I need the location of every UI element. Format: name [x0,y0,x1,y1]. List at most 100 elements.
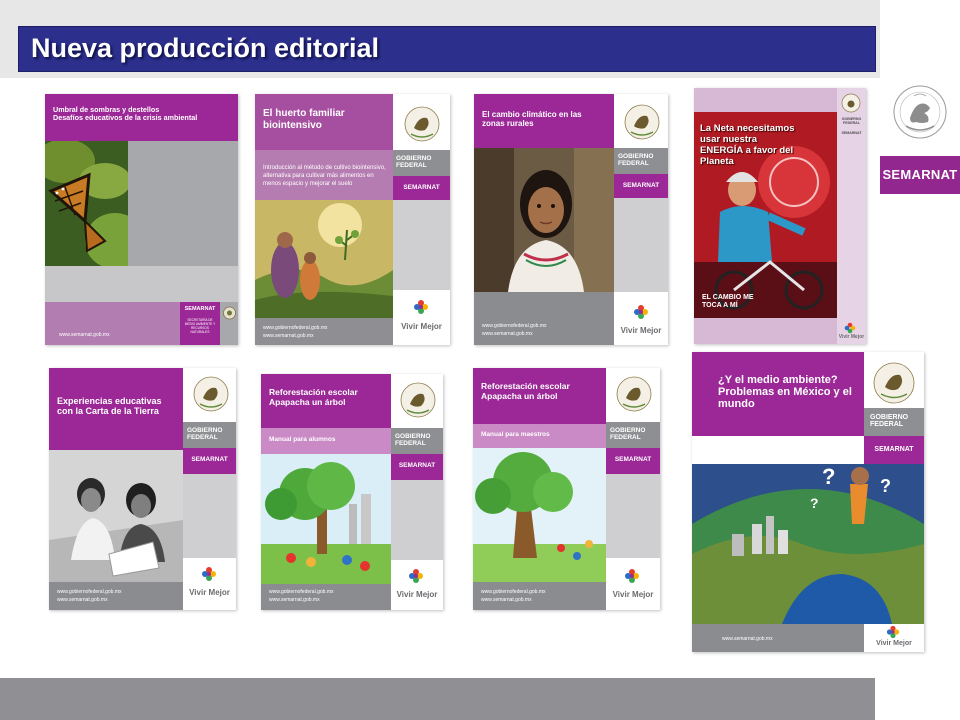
gray-column [393,200,450,290]
vivir-mejor-label: Vivir Mejor [401,322,442,331]
org-label: SEMARNAT [184,306,216,312]
cover-image [473,448,606,582]
vivir-mejor-label: Vivir Mejor [876,640,912,647]
cover-url-2: www.semarnat.gob.mx [269,597,320,603]
gov-label: GOBIERNO FEDERAL [610,427,646,441]
cover-title: El cambio climático en las zonas rurales [482,110,582,129]
seal-icon [616,376,652,412]
cover-url-1: www.gobiernofederal.gob.mx [269,589,334,595]
gov-label: GOBIERNO FEDERAL [396,155,432,169]
org-label: SEMARNAT [403,184,440,191]
cover-subtitle: Manual para alumnos [269,436,336,443]
cover-title: Reforestación escolar Apapacha un árbol [269,387,358,407]
cover-url-2: www.semarnat.gob.mx [57,597,108,603]
cover-url-1: www.gobiernofederal.gob.mx [263,325,328,331]
cover-url: www.semarnat.gob.mx [722,636,773,642]
svg-text:?: ? [880,476,891,496]
gray-column [183,474,236,558]
cover-footer [692,624,864,652]
gov-label: GOBIERNO FEDERAL [395,433,431,447]
org-label: SEMARNAT [622,182,660,189]
children-tree-icon [261,454,391,584]
cover-url-2: www.semarnat.gob.mx [481,597,532,603]
girl-portrait-icon [474,148,614,292]
cover-image [255,200,393,318]
cover-band [45,266,238,302]
semarnat-label: SEMARNAT [880,156,960,194]
seal-icon [223,306,236,320]
cover-neta[interactable]: La Neta necesitamos usar nuestra ENERGÍA… [694,88,866,344]
cover-url-2: www.semarnat.gob.mx [263,333,314,339]
cover-reforestacion-alumnos[interactable]: Reforestación escolar Apapacha un árbol … [261,374,443,610]
side-band [837,88,866,344]
vivir-mejor-logo-icon [414,300,428,314]
coat-of-arms-icon [893,85,947,139]
vivir-mejor-label: Vivir Mejor [838,334,865,340]
org-label: SEMARNAT [614,456,652,463]
gov-label: GOBIERNO FEDERAL [187,427,223,441]
cover-url-1: www.gobiernofederal.gob.mx [481,589,546,595]
gray-column [391,480,443,560]
org-sub-label: SECRETARÍA DE MEDIO AMBIENTE Y RECURSOS … [184,318,216,335]
cover-image [45,141,128,266]
cover-umbral[interactable]: Umbral de sombras y destellos Desafíos e… [45,94,238,345]
vivir-mejor-label: Vivir Mejor [612,590,654,599]
cover-gray-panel [128,141,238,266]
earth-city-icon: ? ? ? [692,464,924,624]
cover-url-1: www.gobiernofederal.gob.mx [57,589,122,595]
gov-label: GOBIERNO FEDERAL [841,117,862,125]
gov-label: GOBIERNO FEDERAL [618,153,654,167]
vivir-mejor-logo-icon [844,322,856,334]
vivir-mejor-label: Vivir Mejor [189,588,230,597]
big-tree-icon [473,448,606,582]
seal-icon [841,93,861,113]
cover-subtitle: Manual para maestros [481,431,550,438]
cover-url-1: www.gobiernofederal.gob.mx [482,323,547,329]
org-label: SEMARNAT [398,462,436,469]
svg-text:?: ? [822,464,835,489]
cover-image [474,148,614,292]
seal-icon [873,362,915,404]
cover-title: ¿Y el medio ambiente? Problemas en Méxic… [718,374,852,411]
vivir-mejor-label: Vivir Mejor [396,590,438,599]
cover-title: Experiencias educativas con la Carta de … [57,396,162,417]
cover-title: El huerto familiar biointensivo [263,108,345,131]
org-label: SEMARNAT [841,131,862,135]
seal-icon [193,376,229,412]
slide-title-bar: Nueva producción editorial [18,26,876,72]
cover-url-2: www.semarnat.gob.mx [482,331,533,337]
seal-icon [397,102,447,146]
vivir-mejor-logo-icon [625,569,639,583]
vivir-mejor-label: Vivir Mejor [620,326,662,335]
gov-label: GOBIERNO FEDERAL [870,414,909,428]
bottom-bar [0,678,875,720]
svg-text:?: ? [810,495,819,511]
cover-title: La Neta necesitamos usar nuestra ENERGÍA… [700,123,795,167]
cover-image [261,454,391,584]
cover-tagline: EL CAMBIO ME TOCA A MÍ [702,294,754,309]
vivir-mejor-logo-icon [886,625,900,639]
seal-icon [400,382,436,418]
garden-illustration-icon [255,200,393,318]
cover-huerto[interactable]: El huerto familiar biointensivo Introduc… [255,94,450,345]
cover-url: www.semarnat.gob.mx [59,332,110,338]
vivir-mejor-logo-icon [634,305,648,319]
cover-medio-ambiente[interactable]: ¿Y el medio ambiente? Problemas en Méxic… [692,352,924,652]
butterfly-icon [45,141,128,266]
gray-column [606,474,660,558]
cover-reforestacion-maestros[interactable]: Reforestación escolar Apapacha un árbol … [473,368,660,610]
cover-image: ? ? ? [692,464,924,624]
cover-clima[interactable]: El cambio climático en las zonas rurales… [474,94,668,345]
cover-title: Umbral de sombras y destellos Desafíos e… [53,105,198,123]
cover-image [49,450,183,582]
org-label: SEMARNAT [874,446,914,453]
cover-subtitle: Introducción al método de cultivo bioint… [263,165,386,188]
vivir-mejor-logo-icon [409,569,423,583]
vivir-mejor-logo-icon [202,567,216,581]
gray-column [614,198,668,292]
cover-carta[interactable]: Experiencias educativas con la Carta de … [49,368,236,610]
seal-icon [624,104,660,140]
girls-reading-icon [49,450,183,582]
slide-title: Nueva producción editorial [31,33,380,63]
org-label: SEMARNAT [191,456,228,463]
